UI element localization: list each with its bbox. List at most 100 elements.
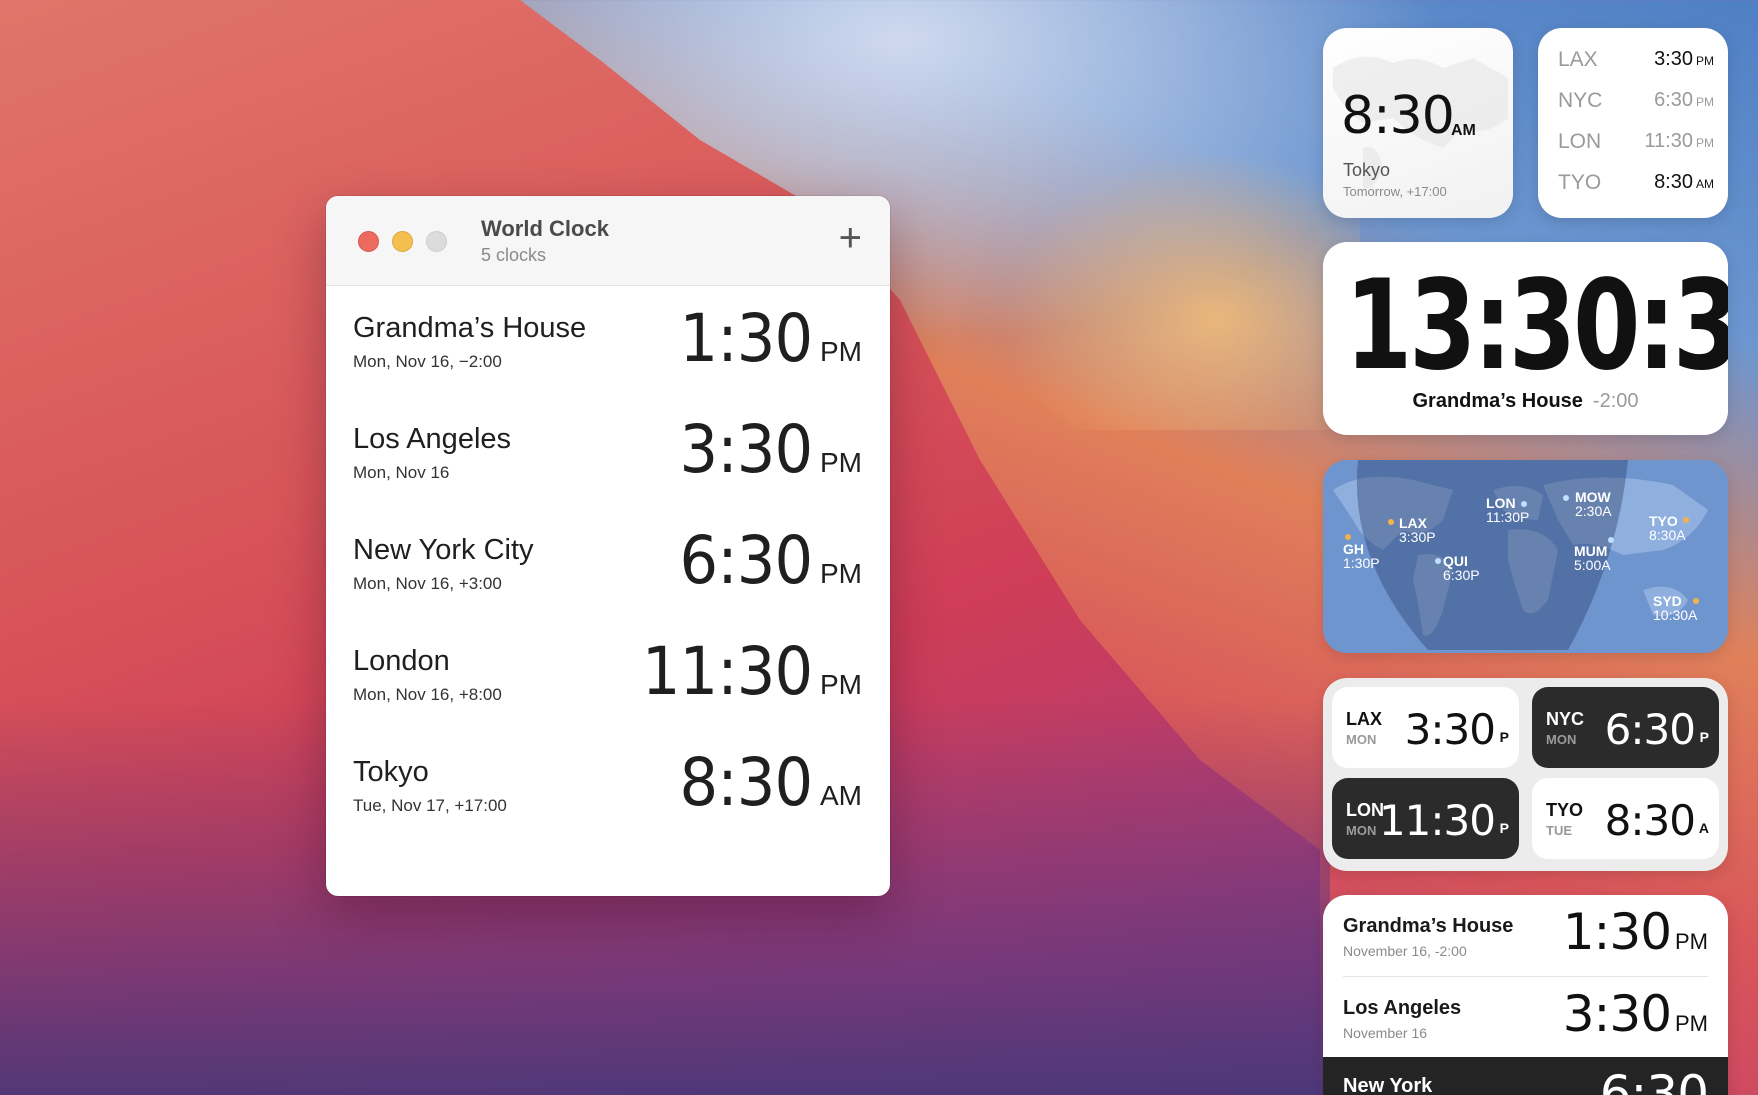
list-time-value: 6:30 xyxy=(1599,1065,1709,1095)
clock-time: 6:30 PM xyxy=(668,522,862,599)
cell-time: 8:30 xyxy=(1604,796,1696,845)
tokyo-ampm: AM xyxy=(1451,122,1476,139)
map-label-time: 5:00A xyxy=(1574,557,1611,573)
city-code: LON xyxy=(1558,130,1602,153)
clock-ampm: PM xyxy=(820,669,862,700)
list-item: TYO 8:30 AM xyxy=(1558,165,1714,205)
close-button[interactable] xyxy=(358,231,379,252)
big-clock-time: 13:30:33 xyxy=(1345,254,1728,398)
clock-time: 1:30 PM xyxy=(668,300,862,377)
map-label: LAX 3:30P xyxy=(1399,516,1436,544)
clock-city: Grandma’s House xyxy=(353,312,587,344)
city-time: 8:30 AM xyxy=(1654,171,1714,194)
cell-ampm: P xyxy=(1699,729,1709,745)
map-label-time: 11:30P xyxy=(1486,509,1530,525)
clock-city: London xyxy=(353,645,450,677)
add-clock-button[interactable]: + xyxy=(839,218,862,258)
cell-ampm: A xyxy=(1698,820,1709,836)
wallpaper-glow xyxy=(1000,150,1360,430)
clock-row[interactable]: New York City Mon, Nov 16, +3:00 6:30 PM xyxy=(326,508,890,619)
map-label-code: QUI xyxy=(1443,553,1468,569)
map-label: MUM 5:00A xyxy=(1574,544,1611,572)
cell-ampm: P xyxy=(1499,820,1509,836)
cell-time: 6:30 xyxy=(1604,705,1696,754)
list-time-value: 1:30 xyxy=(1562,903,1672,961)
time-ampm: PM xyxy=(1696,136,1714,150)
time-value: 6:30 xyxy=(1654,89,1693,111)
city-code: LAX xyxy=(1558,48,1598,71)
tokyo-detail: Tomorrow, +17:00 xyxy=(1343,184,1447,199)
grid-cell: LON MON 11:30 P xyxy=(1332,778,1519,859)
tokyo-city: Tokyo xyxy=(1343,160,1391,180)
list-item: NYC 6:30 PM xyxy=(1558,83,1714,123)
clock-hm: 3:30 xyxy=(679,411,813,488)
map-label-time: 6:30P xyxy=(1443,567,1480,583)
list-item: LAX 3:30 PM xyxy=(1558,42,1714,82)
clock-hm: 1:30 xyxy=(679,300,813,377)
list-item: LON 11:30 PM xyxy=(1558,124,1714,164)
clock-row[interactable]: Tokyo Tue, Nov 17, +17:00 8:30 AM xyxy=(326,730,890,841)
clock-row[interactable]: Grandma’s House Mon, Nov 16, −2:00 1:30 P… xyxy=(326,286,890,397)
clock-detail: Mon, Nov 16, +8:00 xyxy=(353,685,502,704)
list-city: Grandma’s House xyxy=(1343,915,1514,937)
list-time: 6:30 xyxy=(1599,1065,1709,1095)
clock-detail: Mon, Nov 16, +3:00 xyxy=(353,574,502,593)
list-item: New York 6:30 xyxy=(1323,1057,1728,1095)
city-list-widget[interactable]: LAX 3:30 PM NYC 6:30 PM LON 11:30 PM TYO 8:… xyxy=(1538,28,1728,218)
cell-code: TYO xyxy=(1546,800,1584,820)
large-list-widget[interactable]: Grandma’s House November 16, -2:00 1:30 P… xyxy=(1323,895,1728,1095)
map-label-time: 10:30A xyxy=(1653,607,1698,623)
map-label-code: LON xyxy=(1486,495,1516,511)
clock-city: New York City xyxy=(353,534,534,566)
big-clock-widget[interactable]: 13:30:33 Grandma’s House -2:00 xyxy=(1323,242,1728,435)
clock-detail: Mon, Nov 16 xyxy=(353,463,450,482)
clock-time: 3:30 PM xyxy=(668,411,862,488)
list-time-value: 3:30 xyxy=(1562,985,1672,1043)
title-bar[interactable]: World Clock 5 clocks + xyxy=(326,196,890,286)
clock-detail: Mon, Nov 16, −2:00 xyxy=(353,352,502,371)
clock-grid-widget[interactable]: LAX MON 3:30 P NYC MON 6:30 P LON MON 11… xyxy=(1323,678,1728,871)
window-title: World Clock xyxy=(481,216,609,241)
map-label-code: MOW xyxy=(1575,489,1611,505)
city-code: TYO xyxy=(1558,171,1602,194)
clock-ampm: PM xyxy=(820,336,862,367)
clock-ampm: PM xyxy=(820,558,862,589)
clock-row[interactable]: London Mon, Nov 16, +8:00 11:30 PM xyxy=(326,619,890,730)
list-item: Grandma’s House November 16, -2:00 1:30 P… xyxy=(1323,895,1728,977)
cell-day: TUE xyxy=(1546,823,1572,838)
list-detail: November 16 xyxy=(1343,1025,1428,1041)
map-label: QUI 6:30P xyxy=(1443,554,1480,582)
map-label-code: SYD xyxy=(1653,593,1682,609)
clock-row[interactable]: Los Angeles Mon, Nov 16 3:30 PM xyxy=(326,397,890,508)
map-label-code: LAX xyxy=(1399,515,1427,531)
list-time: 1:30 PM xyxy=(1563,903,1708,961)
tokyo-time: 8:30 xyxy=(1341,86,1455,146)
clock-hm: 11:30 xyxy=(641,633,813,710)
cell-time: 3:30 xyxy=(1404,705,1496,754)
tokyo-widget[interactable]: 8:30 AM Tokyo Tomorrow, +17:00 xyxy=(1323,28,1513,218)
world-map-widget[interactable]: LON 11:30P MOW 2:30A LAX 3:30P TYO 8:30A GH 1… xyxy=(1323,460,1728,653)
map-label: MOW 2:30A xyxy=(1575,490,1612,518)
zoom-button[interactable] xyxy=(426,231,447,252)
cell-day: MON xyxy=(1346,823,1377,838)
list-time-ampm: PM xyxy=(1675,929,1708,954)
big-clock-caption: Grandma’s House -2:00 xyxy=(1323,390,1728,413)
map-label: SYD 10:30A xyxy=(1653,594,1697,622)
map-label-code: MUM xyxy=(1574,543,1608,559)
clock-hm: 8:30 xyxy=(679,744,813,821)
window-subtitle: 5 clocks xyxy=(481,245,547,265)
cell-time: 11:30 xyxy=(1378,796,1496,845)
map-label-time: 8:30A xyxy=(1649,527,1686,543)
world-map xyxy=(1323,460,1728,653)
map-label-code: TYO xyxy=(1649,513,1678,529)
map-label-time: 3:30P xyxy=(1399,529,1436,545)
minimize-button[interactable] xyxy=(392,231,413,252)
clock-detail: Tue, Nov 17, +17:00 xyxy=(353,796,507,815)
list-detail: November 16, -2:00 xyxy=(1343,943,1467,959)
list-time: 3:30 PM xyxy=(1563,985,1708,1043)
cell-code: LAX xyxy=(1346,709,1382,729)
world-clock-window: World Clock 5 clocks + Grandma’s House M… xyxy=(326,196,890,896)
city-code: NYC xyxy=(1558,89,1603,112)
time-ampm: PM xyxy=(1696,54,1714,68)
list-time-ampm: PM xyxy=(1675,1011,1708,1036)
